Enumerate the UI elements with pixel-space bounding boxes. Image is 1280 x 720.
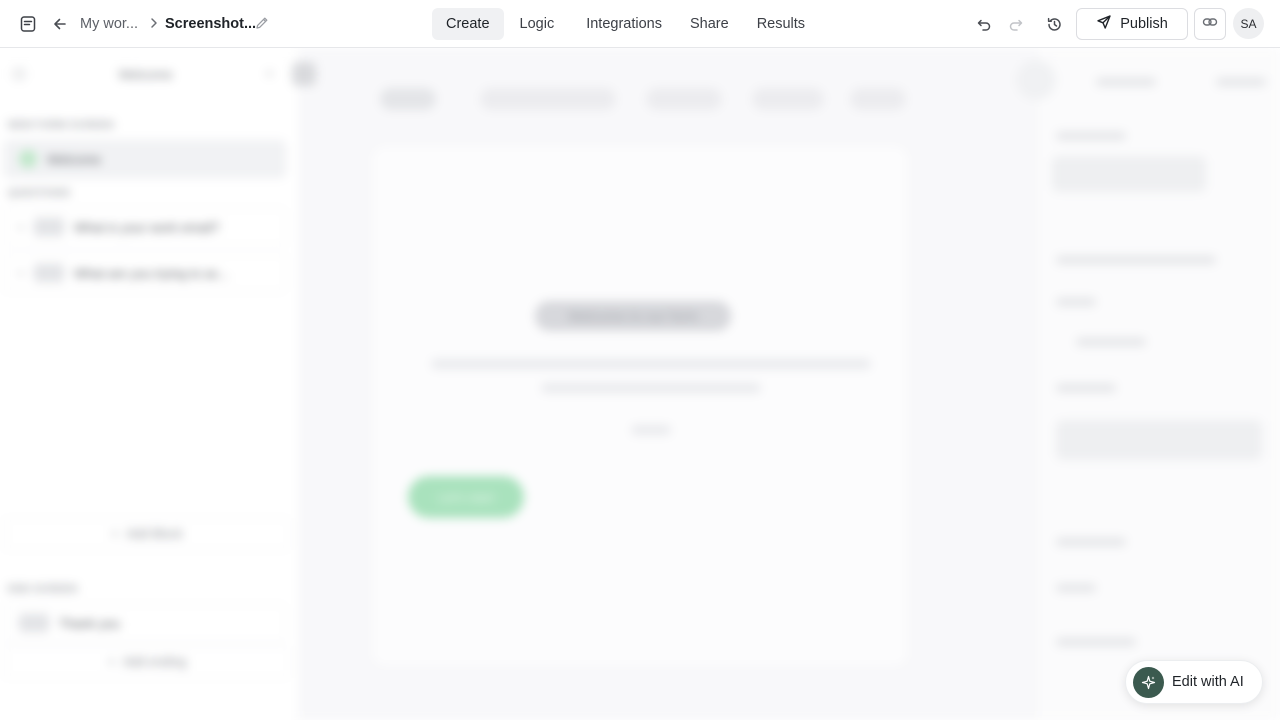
text-field-icon xyxy=(34,264,65,282)
section-label-end: END SCREEN xyxy=(8,584,78,595)
screen-dropdown-label: Welcome xyxy=(118,66,173,82)
canvas-toolbar-item[interactable] xyxy=(380,88,436,110)
tab-share[interactable]: Share xyxy=(676,8,743,40)
setting-field[interactable] xyxy=(1052,156,1206,192)
panel-tab-label xyxy=(1216,78,1266,86)
panel-tab[interactable] xyxy=(1016,60,1056,100)
panel-tab-label xyxy=(1096,78,1156,86)
publish-label: Publish xyxy=(1120,16,1168,32)
question-label: What is your work email? xyxy=(74,219,220,235)
section-label-questions: QUESTIONS xyxy=(8,188,71,199)
welcome-title[interactable]: Welcome to our form xyxy=(535,301,731,331)
ending-label: Thank you xyxy=(59,615,120,631)
link-icon xyxy=(1202,14,1218,35)
list-item-ending[interactable]: Thank you xyxy=(4,604,286,642)
welcome-description xyxy=(431,359,871,369)
list-item-question[interactable]: ▸ What are you trying to ac... xyxy=(4,254,286,292)
canvas-toolbar-item[interactable] xyxy=(480,88,616,110)
redo-icon[interactable] xyxy=(1004,12,1028,36)
welcome-item-label: Welcome xyxy=(47,151,101,167)
editor-workspace-blurred: Welcome ▾ NEW FORM SCREEN Welcome QUESTI… xyxy=(0,48,1280,720)
collapse-panel-icon[interactable] xyxy=(292,62,316,86)
setting-field[interactable] xyxy=(1056,420,1262,460)
add-ending-label: Add ending xyxy=(123,655,187,669)
chevron-right-icon: ▸ xyxy=(19,267,25,279)
welcome-meta xyxy=(631,425,671,435)
list-item-welcome[interactable]: Welcome xyxy=(4,140,286,178)
start-button[interactable]: Let's start xyxy=(408,476,524,518)
section-label-welcome: NEW FORM SCREEN xyxy=(8,120,114,131)
form-title[interactable]: Screenshot... xyxy=(165,15,256,33)
send-icon xyxy=(1096,14,1112,34)
edit-with-ai-label: Edit with AI xyxy=(1172,674,1244,690)
back-arrow-icon[interactable] xyxy=(48,12,72,36)
tab-create[interactable]: Create xyxy=(432,8,504,40)
email-field-icon xyxy=(34,218,65,236)
form-canvas: Welcome to our form Let's start xyxy=(292,48,1035,720)
question-label: What are you trying to ac... xyxy=(74,265,230,281)
plus-icon: + xyxy=(111,527,119,541)
tab-logic[interactable]: Logic xyxy=(506,8,569,40)
screen-dropdown[interactable]: Welcome ▾ xyxy=(8,64,272,84)
edit-with-ai-button[interactable]: Edit with AI xyxy=(1125,660,1263,704)
undo-icon[interactable] xyxy=(972,12,996,36)
avatar[interactable]: SA xyxy=(1233,8,1264,39)
setting-label xyxy=(1056,298,1096,306)
form-icon[interactable] xyxy=(16,12,40,36)
top-bar: My wor... Screenshot... Create Logic Int… xyxy=(0,0,1280,48)
welcome-description xyxy=(541,383,761,393)
breadcrumb-workspace[interactable]: My wor... xyxy=(80,15,138,33)
canvas-toolbar-item[interactable] xyxy=(850,88,906,110)
chevron-right-icon: ▸ xyxy=(19,221,25,233)
setting-label xyxy=(1056,584,1096,592)
setting-label xyxy=(1056,638,1136,646)
chevron-down-icon: ▾ xyxy=(266,68,272,80)
tab-integrations[interactable]: Integrations xyxy=(572,8,676,40)
add-block-button[interactable]: + Add Block xyxy=(4,518,290,550)
history-icon[interactable] xyxy=(1042,12,1066,36)
setting-label xyxy=(1076,338,1146,346)
list-item-question[interactable]: ▸ What is your work email? xyxy=(4,208,286,246)
publish-button[interactable]: Publish xyxy=(1076,8,1188,40)
setting-label xyxy=(1056,132,1126,140)
setting-label xyxy=(1056,538,1126,546)
grid-icon xyxy=(14,69,24,79)
setting-label xyxy=(1056,384,1116,392)
left-panel: Welcome ▾ NEW FORM SCREEN Welcome QUESTI… xyxy=(0,48,300,720)
add-ending-button[interactable]: + Add ending xyxy=(4,646,290,678)
sparkle-icon xyxy=(1133,666,1164,698)
plus-icon: + xyxy=(107,655,116,669)
canvas-toolbar-item[interactable] xyxy=(646,88,722,110)
add-block-label: Add Block xyxy=(126,527,183,541)
canvas-toolbar-item[interactable] xyxy=(752,88,824,110)
ending-icon xyxy=(19,614,49,632)
main-tabs: Create Logic Integrations Share Results xyxy=(432,8,819,40)
tab-results[interactable]: Results xyxy=(743,8,819,40)
welcome-icon xyxy=(19,150,37,168)
setting-label xyxy=(1056,256,1216,264)
chevron-right-icon xyxy=(148,16,160,35)
pencil-icon[interactable] xyxy=(254,15,272,33)
copy-link-button[interactable] xyxy=(1194,8,1226,40)
form-preview-card[interactable]: Welcome to our form xyxy=(370,144,910,668)
settings-panel xyxy=(1016,48,1280,720)
